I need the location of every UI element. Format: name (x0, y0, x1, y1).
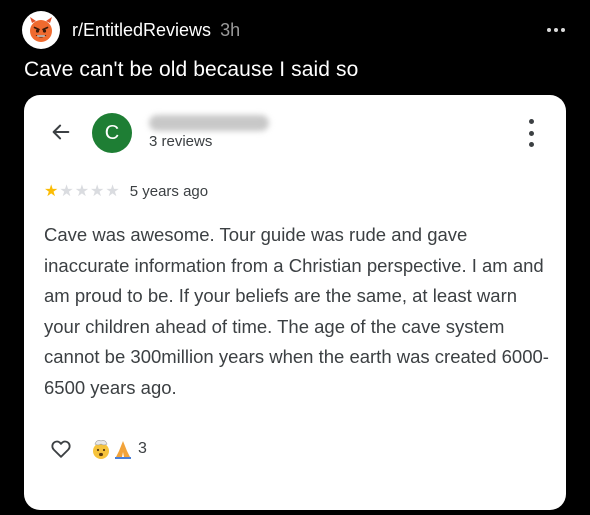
prayer-hands-emoji-icon (115, 441, 131, 459)
review-text: Cave was awesome. Tour guide was rude an… (44, 224, 549, 398)
more-horizontal-icon[interactable] (544, 18, 568, 42)
post-title[interactable]: Cave can't be old because I said so (24, 58, 358, 82)
review-screenshot-card: C 3 reviews ★ ★ ★ ★ ★ 5 years ago Cave was a… (24, 95, 566, 510)
star-empty-icon: ★ (90, 182, 105, 200)
star-empty-icon: ★ (105, 182, 120, 200)
reviewer-avatar: C (92, 113, 132, 153)
star-empty-icon: ★ (74, 182, 90, 200)
star-empty-icon: ★ (59, 182, 74, 200)
reddit-post-screen: r/EntitledReviews 3h Cave can't be old b… (0, 0, 590, 515)
reaction-emojis[interactable] (90, 438, 134, 460)
reaction-count: 3 (138, 440, 147, 457)
reactions-row: 3 (50, 438, 147, 460)
subreddit-avatar-icon[interactable] (22, 11, 60, 49)
subreddit-name[interactable]: r/EntitledReviews (72, 20, 211, 41)
reviewer-avatar-letter: C (104, 121, 120, 144)
reviewer-name-blurred (149, 115, 269, 131)
post-header: r/EntitledReviews 3h (22, 10, 570, 50)
star-filled-icon: ★ (44, 182, 59, 200)
heart-icon[interactable] (50, 438, 72, 460)
review-age: 5 years ago (129, 183, 209, 200)
star-rating: ★ ★ ★ ★ ★ (44, 182, 120, 200)
mind-blown-emoji-icon (93, 440, 109, 459)
back-arrow-icon[interactable] (50, 121, 72, 143)
post-age: 3h (220, 19, 241, 40)
reviewer-review-count: 3 reviews (149, 133, 213, 150)
more-vertical-icon[interactable] (526, 119, 536, 147)
rating-row: ★ ★ ★ ★ ★ 5 years ago (44, 183, 208, 200)
